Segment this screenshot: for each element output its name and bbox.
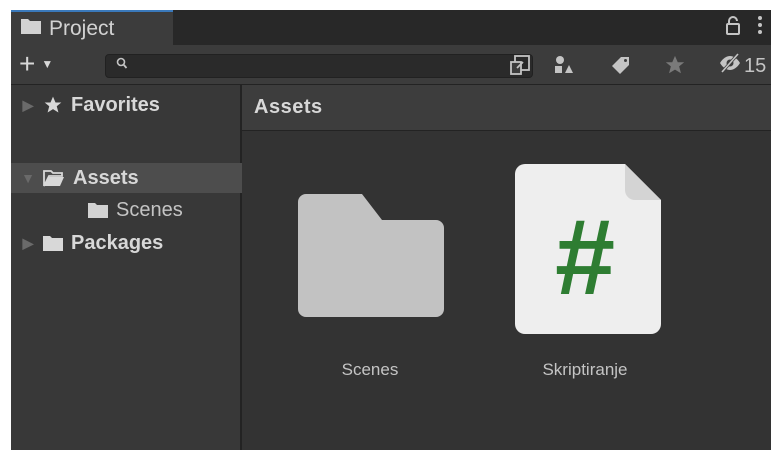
add-label: + (19, 48, 36, 79)
filter-by-type-icon[interactable] (549, 51, 577, 79)
filter-by-label-icon[interactable] (607, 51, 635, 79)
tab-bar: Project (11, 10, 771, 45)
script-glyph: # (555, 196, 615, 317)
sidebar-item-label: Packages (71, 231, 164, 254)
folder-icon (21, 18, 41, 39)
project-window: Project + ▼ 15 ▶ Favorites ▼ Assets Scen… (11, 10, 771, 450)
add-button[interactable]: + ▼ (19, 48, 54, 79)
collapse-arrow-icon[interactable]: ▼ (21, 170, 35, 186)
search-icon (116, 57, 130, 73)
sidebar-item-label: Favorites (71, 93, 160, 116)
tab-project[interactable]: Project (11, 10, 173, 45)
folder-icon (298, 194, 444, 322)
folder-icon (43, 235, 63, 251)
expand-arrow-icon[interactable]: ▶ (21, 235, 35, 252)
breadcrumb: Assets (242, 85, 771, 131)
kebab-menu-icon[interactable] (757, 15, 763, 41)
sidebar-item-favorites[interactable]: ▶ Favorites (11, 90, 250, 120)
favorite-star-icon[interactable] (661, 51, 689, 79)
search-by-type-icon[interactable] (506, 51, 534, 79)
lock-icon[interactable] (725, 15, 741, 41)
star-icon (43, 95, 63, 115)
asset-browser: Assets Scenes # Skriptiranje (242, 85, 771, 450)
hidden-packages-count: 15 (744, 54, 767, 77)
chevron-down-icon: ▼ (41, 57, 54, 71)
search-input[interactable] (134, 55, 528, 79)
sidebar-item-assets[interactable]: ▼ Assets (11, 163, 250, 193)
sidebar-item-label: Scenes (116, 198, 183, 221)
asset-label: Skriptiranje (542, 360, 628, 379)
folder-icon (88, 202, 108, 218)
tabbar-controls (725, 15, 763, 41)
folder-tree: ▶ Favorites ▼ Assets Scenes ▶ Packages (11, 85, 250, 450)
breadcrumb-item-assets[interactable]: Assets (254, 96, 323, 119)
sidebar-item-label: Assets (73, 166, 139, 189)
csharp-script-icon: # (515, 164, 661, 339)
search-field[interactable] (105, 54, 533, 79)
asset-label: Scenes (341, 360, 399, 379)
folder-open-icon (43, 169, 65, 187)
toolbar: + ▼ 15 (11, 45, 771, 85)
sidebar-item-packages[interactable]: ▶ Packages (11, 228, 250, 258)
tab-title: Project (49, 16, 115, 40)
hidden-packages-toggle[interactable]: 15 (718, 53, 766, 79)
expand-arrow-icon[interactable]: ▶ (21, 97, 35, 114)
hidden-packages-icon (718, 53, 742, 79)
